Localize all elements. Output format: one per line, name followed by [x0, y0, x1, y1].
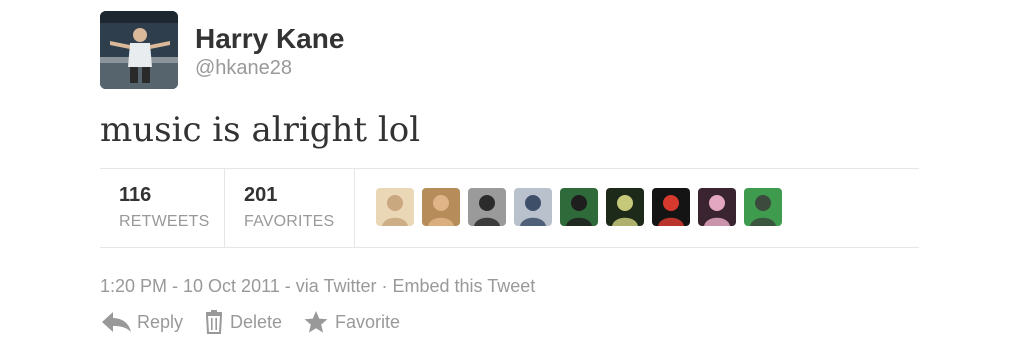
- reply-label: Reply: [137, 312, 184, 332]
- favorites-count: 201: [244, 184, 278, 206]
- favorite-button[interactable]: Favorite: [303, 308, 413, 336]
- tweet-timestamp[interactable]: 1:20 PM - 10 Oct 2011: [100, 276, 280, 296]
- trash-icon: [204, 310, 224, 340]
- retweets-stat[interactable]: 116 RETWEETS: [100, 169, 225, 247]
- tweet-meta: 1:20 PM - 10 Oct 2011 - via Twitter · Em…: [100, 274, 535, 298]
- retweets-count: 116: [119, 184, 152, 206]
- tweet-text: music is alright lol: [100, 110, 421, 150]
- user-avatar-icon: [422, 188, 460, 226]
- user-avatar-icon: [744, 188, 782, 226]
- user-avatar-icon: [514, 188, 552, 226]
- reply-button[interactable]: Reply: [100, 308, 190, 336]
- profile-photo-icon: [100, 11, 178, 89]
- favoriter-avatar[interactable]: [514, 188, 552, 226]
- profile-avatar[interactable]: [100, 11, 178, 89]
- favoriter-avatar[interactable]: [652, 188, 690, 226]
- delete-label: Delete: [230, 312, 283, 332]
- favoriter-avatar[interactable]: [468, 188, 506, 226]
- user-display-name[interactable]: Harry Kane: [195, 24, 344, 54]
- favoriter-avatar[interactable]: [698, 188, 736, 226]
- user-handle[interactable]: @hkane28: [195, 56, 292, 80]
- favoriter-avatar[interactable]: [422, 188, 460, 226]
- retweets-label: RETWEETS: [119, 213, 210, 230]
- favorites-stat[interactable]: 201 FAVORITES: [225, 169, 355, 247]
- reply-icon: [100, 310, 132, 340]
- tweet-source[interactable]: via Twitter: [296, 276, 377, 296]
- meta-dash: -: [284, 276, 296, 296]
- user-avatar-icon: [468, 188, 506, 226]
- favorites-label: FAVORITES: [244, 213, 335, 230]
- embed-tweet-link[interactable]: Embed this Tweet: [393, 276, 536, 296]
- favoriter-avatar[interactable]: [376, 188, 414, 226]
- favorite-label: Favorite: [335, 312, 401, 332]
- favoriter-avatar[interactable]: [606, 188, 644, 226]
- user-avatar-icon: [652, 188, 690, 226]
- favoriter-avatar[interactable]: [744, 188, 782, 226]
- tweet-stats: 116 RETWEETS 201 FAVORITES: [100, 168, 919, 248]
- user-avatar-icon: [376, 188, 414, 226]
- delete-button[interactable]: Delete: [204, 308, 294, 336]
- meta-separator: ·: [381, 276, 393, 296]
- user-avatar-icon: [606, 188, 644, 226]
- favoriter-avatar[interactable]: [560, 188, 598, 226]
- user-avatar-icon: [698, 188, 736, 226]
- user-avatar-icon: [560, 188, 598, 226]
- star-icon: [303, 310, 329, 340]
